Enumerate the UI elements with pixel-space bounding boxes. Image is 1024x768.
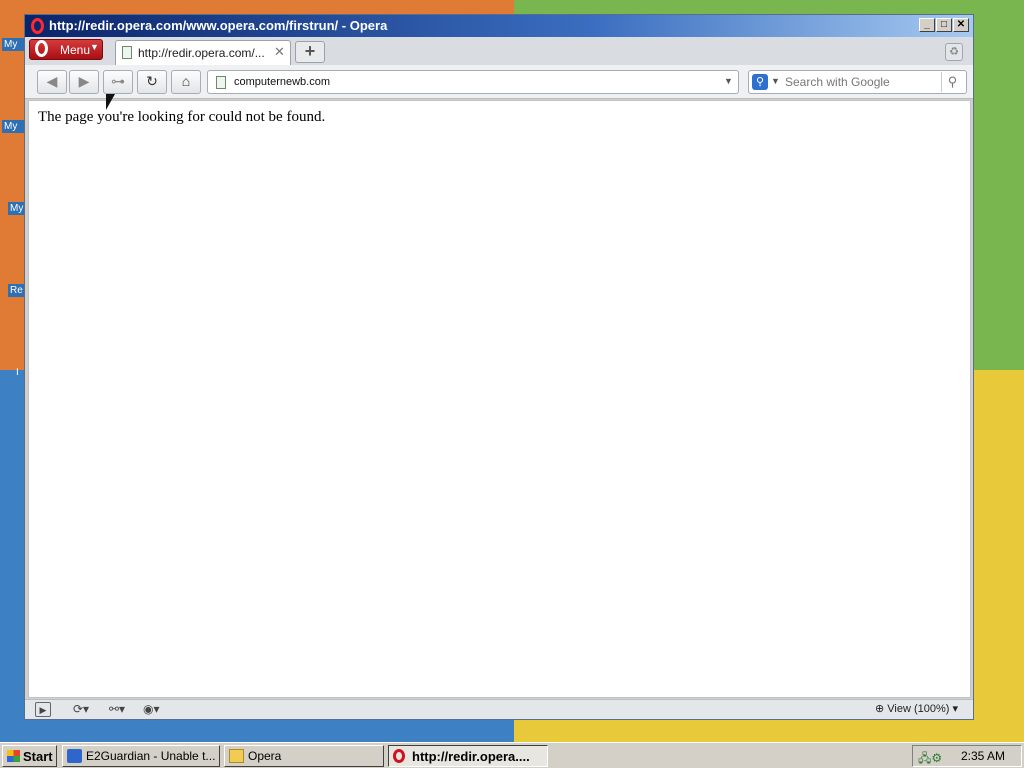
start-label: Start <box>23 749 53 764</box>
address-dropdown-icon[interactable]: ▼ <box>724 76 733 86</box>
chevron-down-icon: ▾ <box>952 703 959 715</box>
search-box: ⚲ ▼ ⚲ <box>748 70 967 94</box>
reload-icon[interactable]: ↻ <box>137 70 167 94</box>
menu-label: Menu <box>60 43 91 57</box>
share-icon[interactable]: ⚯▾ <box>109 702 125 717</box>
back-icon[interactable]: ◀ <box>37 70 67 94</box>
zoom-icon: ⊕ <box>875 703 885 715</box>
key-icon[interactable]: ⊶ <box>103 70 133 94</box>
page-icon <box>122 46 132 59</box>
clock[interactable]: 2:35 AM <box>961 749 1005 763</box>
taskbar-item-opera-browser[interactable]: http://redir.opera.... <box>388 745 548 767</box>
search-engine-selector[interactable]: ⚲ ▼ <box>752 74 780 90</box>
taskbar-item-opera-folder[interactable]: Opera <box>224 745 384 767</box>
folder-icon <box>229 749 244 763</box>
window-title: http://redir.opera.com/www.opera.com/fir… <box>49 18 388 33</box>
sync-icon[interactable]: ⟳▾ <box>73 702 89 717</box>
zoom-control[interactable]: ⊕ View (100%) ▾ <box>875 702 958 717</box>
taskbar-item-label: http://redir.opera.... <box>412 749 530 764</box>
opera-window: http://redir.opera.com/www.opera.com/fir… <box>24 14 974 720</box>
status-bar: ▶ ⟳▾ ⚯▾ ◉▾ ⊕ View (100%) ▾ <box>25 699 973 719</box>
opera-icon <box>393 749 405 763</box>
taskbar-item-label: Opera <box>248 749 282 763</box>
new-tab-button[interactable]: + <box>295 41 325 63</box>
forward-icon[interactable]: ▶ <box>69 70 99 94</box>
desktop-icon-label[interactable]: My <box>2 38 24 51</box>
tab-bar: Menu ▼ http://redir.opera.com/... ✕ + ♻ <box>25 37 973 65</box>
page-icon <box>216 76 226 89</box>
zoom-label: View (100%) <box>887 703 950 715</box>
panel-toggle-icon[interactable]: ▶ <box>35 702 51 717</box>
title-bar[interactable]: http://redir.opera.com/www.opera.com/fir… <box>25 15 973 37</box>
navigation-toolbar: ◀ ▶ ⊶ ↻ ⌂ computernewb.com ▼ ⚲ ▼ ⚲ <box>25 65 973 99</box>
address-text: computernewb.com <box>234 76 330 88</box>
opera-menu-button[interactable]: Menu ▼ <box>29 39 103 60</box>
chevron-down-icon: ▼ <box>90 42 99 52</box>
tab-active[interactable]: http://redir.opera.com/... ✕ <box>115 40 291 65</box>
home-icon[interactable]: ⌂ <box>171 70 201 94</box>
error-message: The page you're looking for could not be… <box>38 109 326 125</box>
turbo-icon[interactable]: ◉▾ <box>143 702 160 717</box>
windows-logo-icon <box>7 750 20 762</box>
ie-icon <box>67 749 82 763</box>
taskbar: Start E2Guardian - Unable t... Opera htt… <box>0 742 1024 768</box>
tab-title: http://redir.opera.com/... <box>138 46 265 60</box>
minimize-button[interactable]: _ <box>919 18 935 32</box>
search-input[interactable] <box>785 74 935 90</box>
desktop-icon-label[interactable]: My <box>2 120 24 133</box>
taskbar-item-label: E2Guardian - Unable t... <box>86 749 216 763</box>
system-tray: 🖧⚙ 2:35 AM <box>912 745 1022 767</box>
maximize-button[interactable]: □ <box>936 18 952 32</box>
mouse-pointer-icon <box>106 94 115 110</box>
address-bar[interactable]: computernewb.com ▼ <box>207 70 739 94</box>
search-engine-icon: ⚲ <box>752 74 768 90</box>
start-button[interactable]: Start <box>2 745 57 767</box>
taskbar-item-e2guardian[interactable]: E2Guardian - Unable t... <box>62 745 220 767</box>
search-icon[interactable]: ⚲ <box>941 72 963 92</box>
chevron-down-icon: ▼ <box>771 76 780 86</box>
close-button[interactable]: ✕ <box>953 18 969 32</box>
opera-logo-icon <box>35 40 48 57</box>
page-content: The page you're looking for could not be… <box>28 100 971 698</box>
network-icon[interactable]: 🖧⚙ <box>918 749 948 765</box>
close-tab-icon[interactable]: ✕ <box>274 44 285 60</box>
trash-icon[interactable]: ♻ <box>945 43 963 61</box>
opera-logo-icon <box>31 18 44 34</box>
